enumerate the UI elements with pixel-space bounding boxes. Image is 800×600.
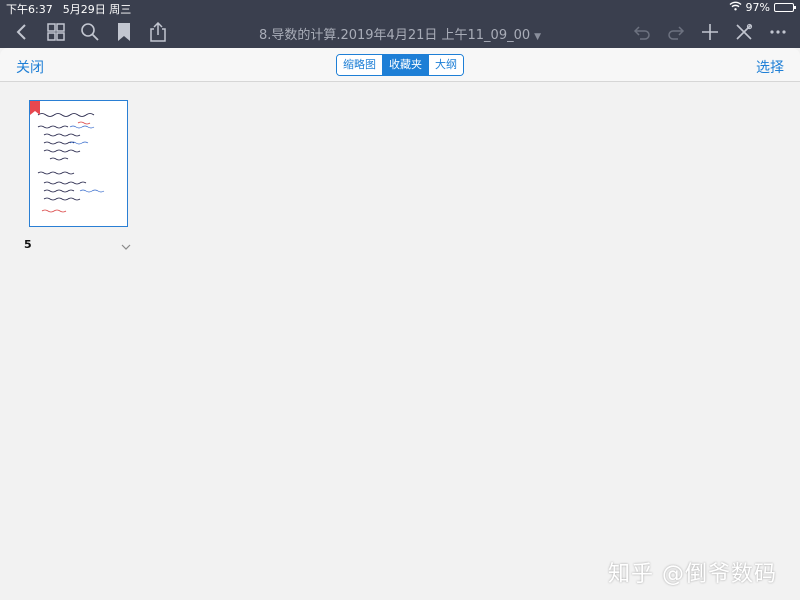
select-button[interactable]: 选择 xyxy=(756,57,784,77)
document-title-text: 8.导数的计算.2019年4月21日 上午11_09_00 xyxy=(258,28,531,43)
sheet-header: 关闭 缩略图 收藏夹 大纲 选择 xyxy=(0,48,800,82)
top-toolbar: 8.导数的计算.2019年4月21日 上午11_09_00 ▼ xyxy=(0,16,800,48)
undo-icon[interactable] xyxy=(632,22,652,42)
status-bar: 下午6:37 5月29日 周三 97% xyxy=(0,0,800,16)
segment-favorites[interactable]: 收藏夹 xyxy=(382,55,428,75)
view-segmented-control: 缩略图 收藏夹 大纲 xyxy=(336,54,464,76)
status-left: 下午6:37 5月29日 周三 xyxy=(6,1,131,17)
segment-thumbnails[interactable]: 缩略图 xyxy=(337,55,382,75)
page-thumbnail[interactable] xyxy=(29,100,128,227)
add-icon[interactable] xyxy=(700,22,720,42)
chevron-down-icon[interactable] xyxy=(121,237,131,250)
chevron-down-icon: ▼ xyxy=(534,32,542,42)
battery-icon xyxy=(774,3,796,12)
close-button[interactable]: 关闭 xyxy=(16,57,44,77)
page-preview-image xyxy=(37,113,105,213)
status-right: 97% xyxy=(729,1,796,14)
bookmark-ribbon-icon xyxy=(30,101,40,115)
watermark: 知乎 @倒爷数码 xyxy=(608,562,777,587)
status-time: 下午6:37 xyxy=(6,3,53,16)
page-number: 5 xyxy=(24,238,32,251)
tools-icon[interactable] xyxy=(734,22,754,42)
redo-icon[interactable] xyxy=(666,22,686,42)
battery-percent: 97% xyxy=(745,1,770,14)
segment-outline[interactable]: 大纲 xyxy=(428,55,463,75)
wifi-icon xyxy=(729,1,742,14)
bookmarks-sheet: 关闭 缩略图 收藏夹 大纲 选择 5 xyxy=(0,48,800,600)
status-date: 5月29日 周三 xyxy=(62,3,132,16)
more-icon[interactable] xyxy=(768,22,788,42)
